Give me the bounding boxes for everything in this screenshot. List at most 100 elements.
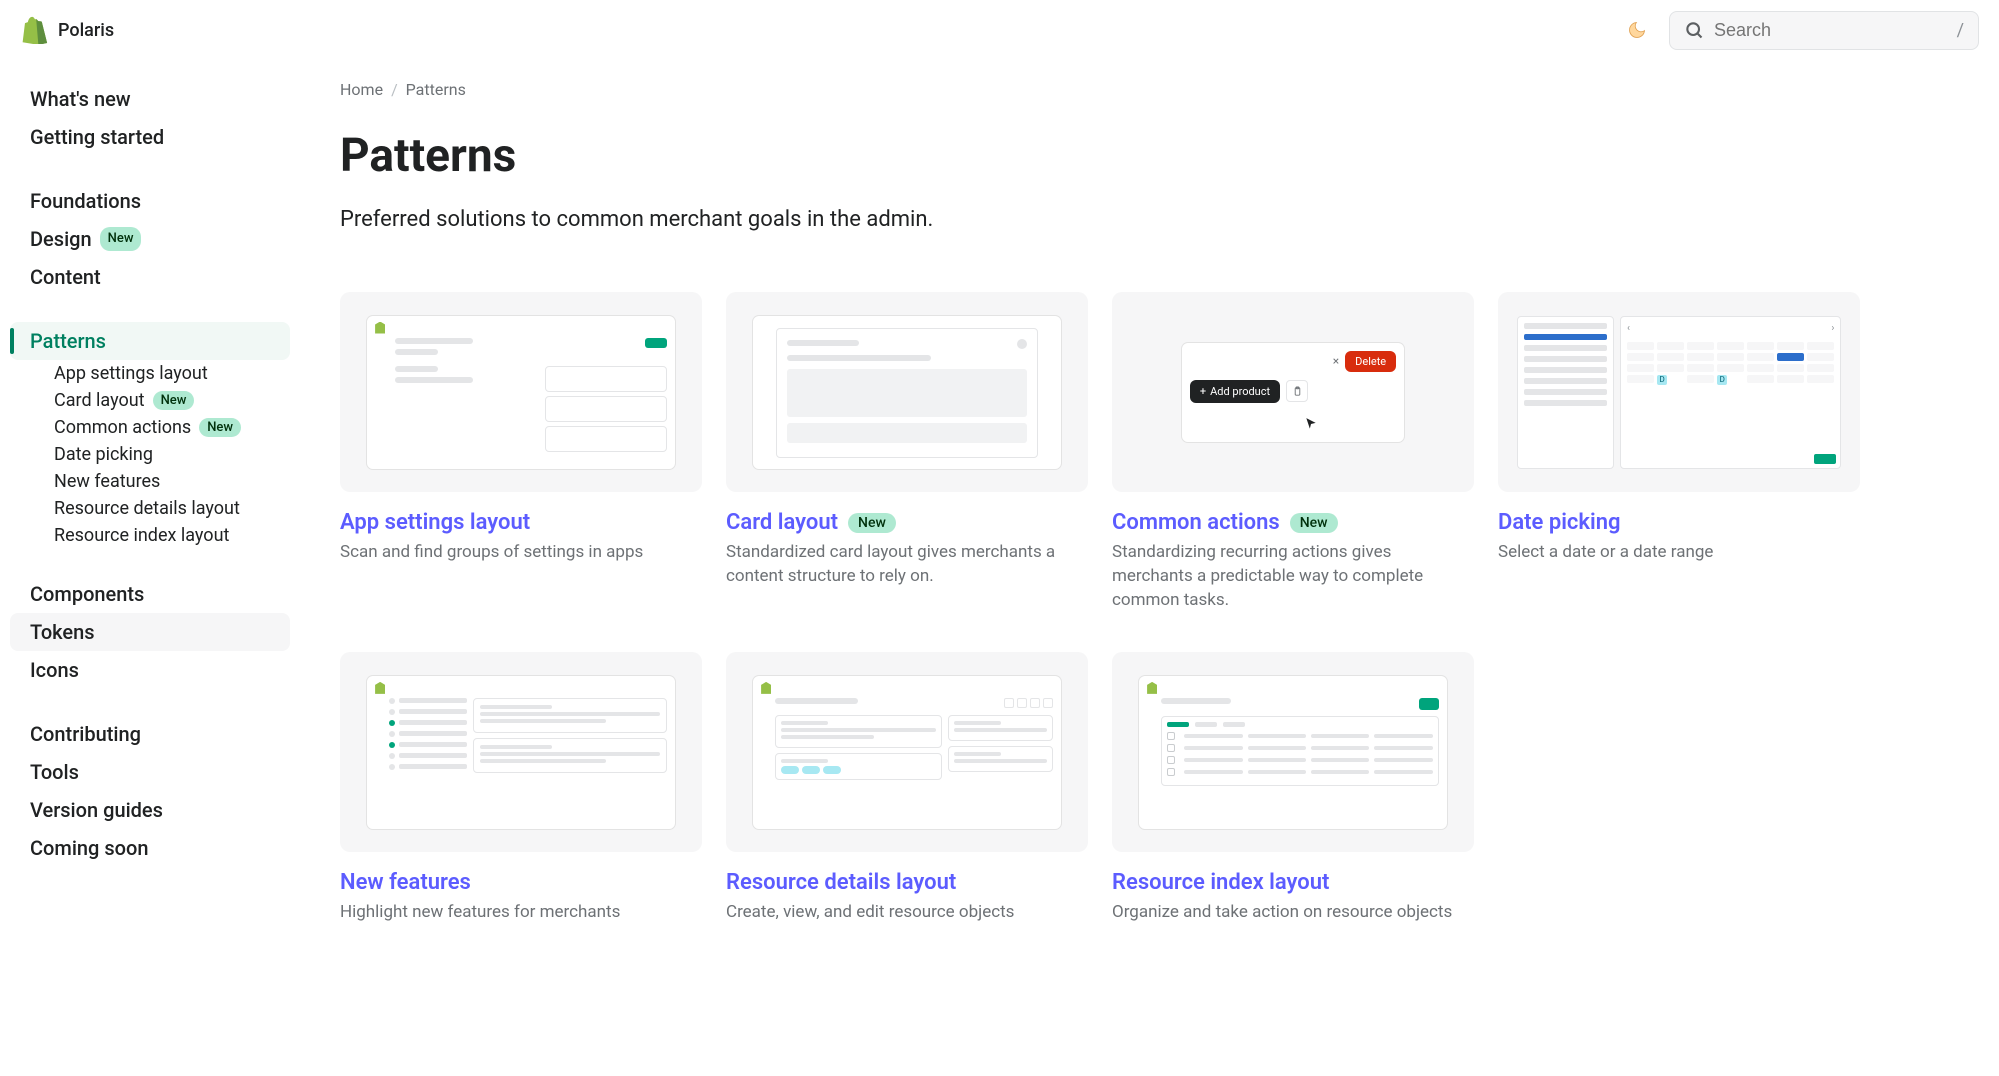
search-icon <box>1684 20 1704 40</box>
new-badge: New <box>848 513 896 533</box>
card-app-settings[interactable]: App settings layout Scan and find groups… <box>340 292 702 612</box>
card-resource-details[interactable]: Resource details layout Create, view, an… <box>726 652 1088 925</box>
search-shortcut: / <box>1957 20 1964 41</box>
nav-label: Patterns <box>30 326 106 356</box>
header: Polaris / <box>0 0 1999 60</box>
new-badge: New <box>100 227 142 251</box>
breadcrumb-separator: / <box>391 80 398 99</box>
nav-tokens[interactable]: Tokens <box>10 613 290 651</box>
subnav-common-actions[interactable]: Common actions New <box>34 414 290 441</box>
nav-patterns-sub: App settings layout Card layout New Comm… <box>10 360 290 549</box>
nav-design[interactable]: Design New <box>10 220 290 258</box>
brand-name: Polaris <box>58 20 114 41</box>
card-thumb: ‹› DD <box>1498 292 1860 492</box>
nav-group-patterns: Patterns App settings layout Card layout… <box>10 322 290 549</box>
shopify-logo-icon <box>20 16 48 44</box>
nav-label: Foundations <box>30 186 141 216</box>
nav-label: Getting started <box>30 122 164 152</box>
card-thumb <box>340 652 702 852</box>
nav-whats-new[interactable]: What's new <box>10 80 290 118</box>
card-common-actions[interactable]: × Delete +Add product <box>1112 292 1474 612</box>
card-thumb <box>726 652 1088 852</box>
main-content: Home / Patterns Patterns Preferred solut… <box>300 60 1900 965</box>
nav-label: What's new <box>30 84 131 114</box>
new-badge: New <box>153 391 195 410</box>
card-title-text: New features <box>340 870 471 895</box>
card-title: Date picking <box>1498 510 1621 535</box>
subnav-resource-index[interactable]: Resource index layout <box>34 522 290 549</box>
card-card-layout[interactable]: Card layout New Standardized card layout… <box>726 292 1088 612</box>
card-title-text: Resource index layout <box>1112 870 1329 895</box>
card-desc: Select a date or a date range <box>1498 541 1860 565</box>
search-input[interactable] <box>1714 20 1947 41</box>
card-title-text: Card layout <box>726 510 838 535</box>
nav-foundations[interactable]: Foundations <box>10 182 290 220</box>
breadcrumb: Home / Patterns <box>340 80 1860 99</box>
nav-icons[interactable]: Icons <box>10 651 290 689</box>
nav-components[interactable]: Components <box>10 575 290 613</box>
card-title: New features <box>340 870 471 895</box>
card-desc: Standardizing recurring actions gives me… <box>1112 541 1474 612</box>
card-thumb <box>1112 652 1474 852</box>
nav-content[interactable]: Content <box>10 258 290 296</box>
sidebar: What's new Getting started Foundations D… <box>0 60 300 965</box>
card-title-text: Common actions <box>1112 510 1280 535</box>
header-left: Polaris <box>20 16 114 44</box>
card-desc: Organize and take action on resource obj… <box>1112 901 1474 925</box>
moon-icon <box>1627 20 1647 40</box>
nav-label: Content <box>30 262 101 292</box>
card-title-text: Resource details layout <box>726 870 956 895</box>
breadcrumb-home[interactable]: Home <box>340 80 383 99</box>
nav-patterns[interactable]: Patterns <box>10 322 290 360</box>
nav-group-reference: Components Tokens Icons <box>10 575 290 689</box>
nav-label: Date picking <box>54 444 153 465</box>
subnav-app-settings[interactable]: App settings layout <box>34 360 290 387</box>
search-box[interactable]: / <box>1669 11 1979 50</box>
breadcrumb-current: Patterns <box>406 80 466 99</box>
nav-label: Contributing <box>30 719 141 749</box>
card-thumb <box>340 292 702 492</box>
nav-group-meta: Contributing Tools Version guides Coming… <box>10 715 290 867</box>
nav-getting-started[interactable]: Getting started <box>10 118 290 156</box>
delete-button: Delete <box>1345 351 1396 372</box>
close-icon: × <box>1333 354 1339 368</box>
card-title: Card layout New <box>726 510 896 535</box>
card-desc: Create, view, and edit resource objects <box>726 901 1088 925</box>
nav-label: App settings layout <box>54 363 208 384</box>
theme-toggle[interactable] <box>1621 14 1653 46</box>
card-date-picking[interactable]: ‹› DD Date picking <box>1498 292 1860 612</box>
pattern-cards-grid: App settings layout Scan and find groups… <box>340 292 1860 925</box>
nav-label: Icons <box>30 655 79 685</box>
nav-contributing[interactable]: Contributing <box>10 715 290 753</box>
nav-group-intro: What's new Getting started <box>10 80 290 156</box>
subnav-card-layout[interactable]: Card layout New <box>34 387 290 414</box>
card-title: Common actions New <box>1112 510 1338 535</box>
nav-label: Version guides <box>30 795 163 825</box>
card-resource-index[interactable]: Resource index layout Organize and take … <box>1112 652 1474 925</box>
subnav-date-picking[interactable]: Date picking <box>34 441 290 468</box>
add-product-button: +Add product <box>1190 380 1280 403</box>
card-title-text: App settings layout <box>340 510 530 535</box>
nav-version-guides[interactable]: Version guides <box>10 791 290 829</box>
clipboard-icon <box>1286 380 1308 402</box>
nav-coming-soon[interactable]: Coming soon <box>10 829 290 867</box>
nav-label: Card layout <box>54 390 145 411</box>
card-title: Resource index layout <box>1112 870 1329 895</box>
subnav-new-features[interactable]: New features <box>34 468 290 495</box>
nav-label: Resource index layout <box>54 525 229 546</box>
card-desc: Scan and find groups of settings in apps <box>340 541 702 565</box>
nav-label: Resource details layout <box>54 498 240 519</box>
card-title: Resource details layout <box>726 870 956 895</box>
nav-label: Tokens <box>30 617 95 647</box>
card-desc: Standardized card layout gives merchants… <box>726 541 1088 589</box>
nav-tools[interactable]: Tools <box>10 753 290 791</box>
card-title-text: Date picking <box>1498 510 1621 535</box>
page-title: Patterns <box>340 129 1860 183</box>
page-description: Preferred solutions to common merchant g… <box>340 207 1860 232</box>
new-badge: New <box>1290 513 1338 533</box>
header-right: / <box>1621 11 1979 50</box>
nav-group-guides: Foundations Design New Content <box>10 182 290 296</box>
nav-label: Design <box>30 224 92 254</box>
subnav-resource-details[interactable]: Resource details layout <box>34 495 290 522</box>
card-new-features[interactable]: New features Highlight new features for … <box>340 652 702 925</box>
